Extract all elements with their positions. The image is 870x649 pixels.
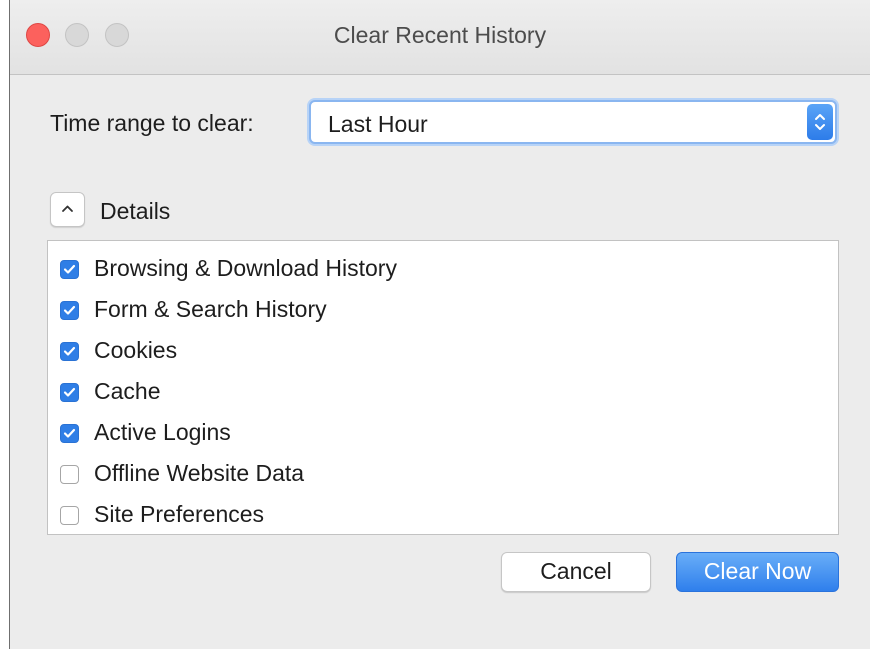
window-title: Clear Recent History: [333, 22, 547, 48]
clear-now-button[interactable]: Clear Now: [676, 552, 839, 592]
checkbox-unchecked[interactable]: [60, 506, 79, 525]
list-item-label: Form & Search History: [94, 296, 327, 322]
list-item[interactable]: Offline Website Data: [60, 456, 800, 492]
list-item-label: Cookies: [94, 337, 178, 363]
details-toggle-button[interactable]: [50, 192, 85, 227]
list-item[interactable]: Site Preferences: [60, 497, 800, 533]
history-items-list: Browsing & Download History Form & Searc…: [47, 240, 839, 535]
checkbox-checked[interactable]: [60, 383, 79, 402]
list-item-label: Active Logins: [94, 419, 231, 445]
checkmark-icon: [63, 264, 76, 274]
list-item[interactable]: Form & Search History: [60, 292, 800, 328]
list-item-label: Cache: [94, 378, 161, 404]
list-item[interactable]: Cookies: [60, 333, 800, 369]
list-item[interactable]: Active Logins: [60, 415, 800, 451]
checkmark-icon: [63, 387, 76, 397]
checkbox-checked[interactable]: [60, 342, 79, 361]
updown-arrows-icon: [807, 104, 833, 140]
time-range-label: Time range to clear:: [50, 110, 254, 136]
cancel-button[interactable]: Cancel: [501, 552, 651, 592]
checkbox-checked[interactable]: [60, 424, 79, 443]
list-item-label: Browsing & Download History: [94, 255, 397, 281]
list-item-label: Offline Website Data: [94, 460, 305, 486]
list-item-label: Site Preferences: [94, 501, 265, 527]
list-item[interactable]: Browsing & Download History: [60, 251, 800, 287]
checkmark-icon: [63, 346, 76, 356]
details-label: Details: [100, 198, 171, 224]
list-item[interactable]: Cache: [60, 374, 800, 410]
time-range-value: Last Hour: [328, 111, 428, 137]
checkmark-icon: [63, 305, 76, 315]
checkmark-icon: [63, 428, 76, 438]
title-bar: Clear Recent History: [10, 0, 870, 75]
time-range-select[interactable]: Last Hour: [309, 100, 837, 144]
chevron-up-icon: [62, 205, 73, 212]
checkbox-checked[interactable]: [60, 301, 79, 320]
checkbox-unchecked[interactable]: [60, 465, 79, 484]
dialog-window: Clear Recent History Time range to clear…: [9, 0, 870, 649]
checkbox-checked[interactable]: [60, 260, 79, 279]
